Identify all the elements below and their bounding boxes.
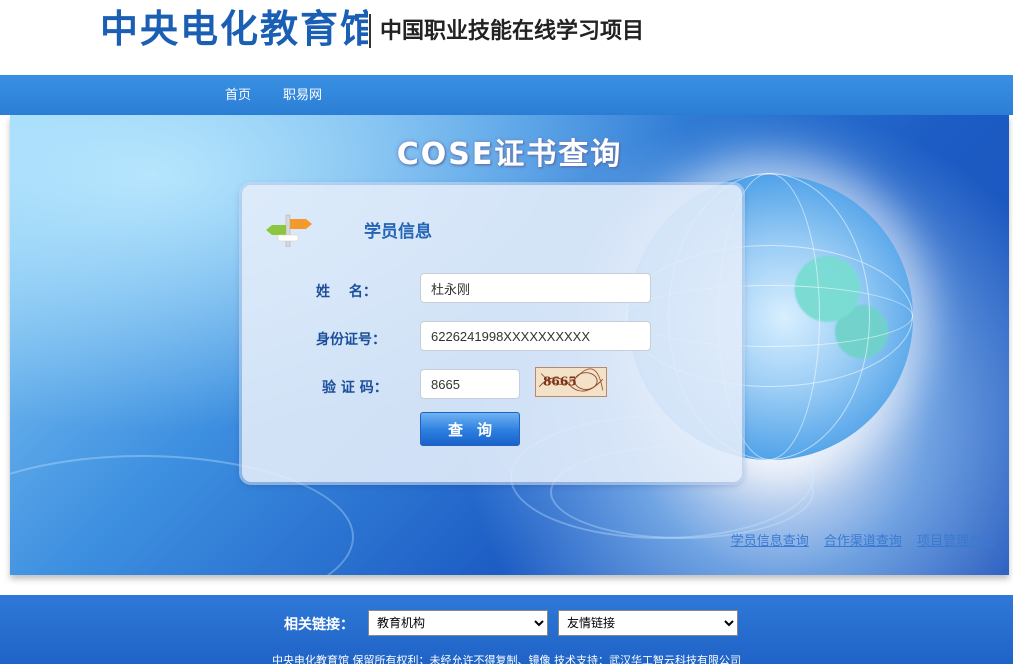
logo-divider — [369, 14, 371, 48]
page-header: 中央电化教育馆 中国职业技能在线学习项目 — [0, 0, 1013, 75]
id-number-label: 身份证号： — [316, 332, 386, 348]
related-links-label: 相关链接： — [284, 617, 354, 633]
partner-channel-query-link[interactable]: 合作渠道查询 — [824, 534, 902, 549]
student-info-panel: 学员信息 姓 名： 身份证号： 验 证 码： 8665 查询 — [242, 185, 742, 482]
id-number-field[interactable] — [420, 321, 651, 351]
query-banner: COSE证书查询 学员信息 姓 名： 身份证号： 验 证 码： 8665 查询 … — [10, 115, 1009, 575]
nav-home[interactable]: 首页 — [225, 75, 251, 115]
panel-heading: 学员信息 — [364, 222, 432, 242]
student-info-query-link[interactable]: 学员信息查询 — [731, 534, 809, 549]
signpost-icon — [266, 214, 312, 247]
name-label: 姓 名： — [316, 284, 377, 300]
banner-title: COSE证书查询 — [396, 137, 623, 172]
captcha-image[interactable]: 8665 — [535, 367, 607, 397]
copyright-text: 中央电化教育馆 保留所有权利；未经允许不得复制、镜像 技术支持：武汉华工智云科技… — [272, 654, 741, 667]
query-button[interactable]: 查询 — [420, 412, 520, 446]
project-management-link[interactable]: 项目管理办法 — [917, 534, 995, 549]
friend-links-select[interactable]: 友情链接 — [558, 610, 738, 636]
captcha-field[interactable] — [420, 369, 520, 399]
main-nav: 首页 职易网 — [0, 75, 1013, 115]
site-subtitle: 中国职业技能在线学习项目 — [380, 19, 645, 44]
page-footer: 相关链接： 教育机构 友情链接 中央电化教育馆 保留所有权利；未经允许不得复制、… — [0, 595, 1013, 667]
captcha-text: 8665 — [543, 375, 577, 389]
name-field[interactable] — [420, 273, 651, 303]
logo-text[interactable]: 中央电化教育馆 — [100, 4, 368, 54]
banner-link-group: 学员信息查询 合作渠道查询 项目管理办法 — [721, 530, 995, 549]
education-org-select[interactable]: 教育机构 — [368, 610, 548, 636]
captcha-label: 验 证 码： — [322, 380, 388, 396]
nav-zhiyi[interactable]: 职易网 — [283, 75, 322, 115]
